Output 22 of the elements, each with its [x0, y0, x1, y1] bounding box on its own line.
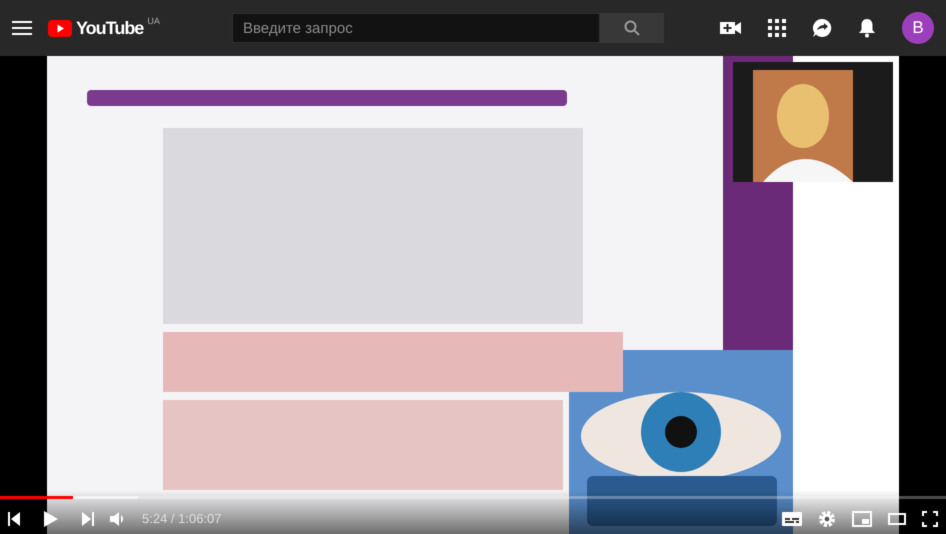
search-button[interactable]	[600, 13, 664, 43]
settings-icon[interactable]	[818, 510, 836, 528]
fullscreen-icon[interactable]	[922, 511, 938, 527]
next-icon[interactable]	[82, 512, 94, 526]
chat-bubble-icon[interactable]	[812, 18, 832, 38]
time-display: 5:24 / 1:06:07	[142, 510, 222, 528]
video-camera-icon[interactable]	[720, 20, 742, 36]
avatar[interactable]: B	[902, 12, 934, 44]
volume-icon[interactable]	[110, 511, 126, 527]
search-icon	[624, 20, 640, 36]
search-field[interactable]: Введите запрос	[232, 13, 600, 43]
previous-icon[interactable]	[8, 512, 20, 526]
menu-icon[interactable]	[12, 21, 32, 35]
play-logo-icon	[48, 20, 72, 36]
logo-text[interactable]: YouTube	[76, 14, 144, 42]
apps-grid-icon[interactable]	[768, 19, 786, 37]
theater-mode-icon[interactable]	[888, 513, 906, 525]
notification-bell-icon[interactable]	[858, 18, 876, 38]
miniplayer-icon[interactable]	[852, 511, 872, 527]
region-label: UA	[147, 15, 160, 28]
play-icon[interactable]	[44, 511, 58, 527]
subtitles-icon[interactable]	[782, 512, 802, 526]
